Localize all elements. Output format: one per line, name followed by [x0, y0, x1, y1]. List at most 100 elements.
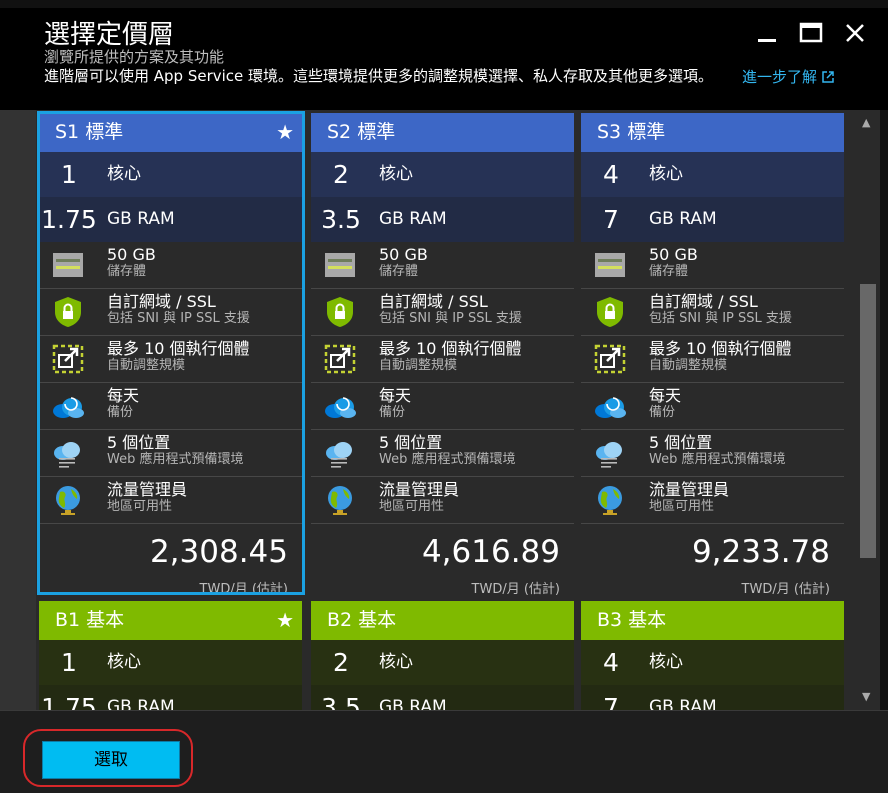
scale-out-icon [323, 343, 357, 375]
globe-icon [51, 484, 85, 516]
ram-value: 1.75 [41, 693, 97, 710]
pricing-tier-card[interactable]: S3 標準 4 核心 7 GB RAM 50 GB 儲存體 自訂網域 / SSL 包括 SNI … [581, 113, 844, 604]
tier-name: S3 標準 [597, 121, 666, 143]
feature-subtitle: Web 應用程式預備環境 [649, 452, 786, 467]
pricing-tier-card[interactable]: B3 基本 4 核心 7 GB RAM [581, 601, 844, 710]
price-block: 9,233.78 TWD/月 (估計) [581, 524, 844, 604]
feature-title: 最多 10 個執行個體 [107, 339, 250, 358]
feature-row: 流量管理員 地區可用性 [581, 477, 844, 524]
feature-title: 50 GB [649, 245, 698, 264]
ram-label: GB RAM [649, 209, 717, 229]
learn-more-label: 進一步了解 [742, 68, 818, 86]
feature-title: 50 GB [379, 245, 428, 264]
tier-name: B1 基本 [55, 609, 125, 631]
cores-value: 4 [603, 160, 619, 189]
cores-label: 核心 [107, 164, 141, 184]
feature-subtitle: 自動調整規模 [649, 358, 728, 373]
price-block: 2,308.45 TWD/月 (估計) [39, 524, 302, 604]
feature-row: 流量管理員 地區可用性 [311, 477, 574, 524]
cores-row: 1 核心 [39, 152, 302, 197]
page-subtitle: 瀏覽所提供的方案及其功能 [44, 48, 225, 66]
cores-row: 2 核心 [311, 640, 574, 685]
staging-cloud-icon [323, 437, 357, 469]
learn-more-link[interactable]: 進一步了解 [742, 66, 834, 87]
feature-subtitle: 地區可用性 [379, 499, 445, 514]
feature-subtitle: 儲存體 [107, 264, 147, 279]
shield-lock-icon [593, 296, 627, 328]
feature-row: 每天 備份 [39, 383, 302, 430]
cores-row: 4 核心 [581, 152, 844, 197]
feature-row: 5 個位置 Web 應用程式預備環境 [581, 430, 844, 477]
feature-subtitle: 備份 [379, 405, 406, 420]
feature-title: 自訂網域 / SSL [649, 292, 758, 311]
vertical-scrollbar[interactable]: ▲ ▼ [856, 110, 880, 710]
maximize-button[interactable] [796, 18, 826, 48]
tier-name: B3 基本 [597, 609, 667, 631]
ram-label: GB RAM [379, 697, 447, 710]
cores-row: 1 核心 [39, 640, 302, 685]
close-button[interactable] [840, 18, 870, 48]
pricing-tier-card[interactable]: S1 標準 ★ 1 核心 1.75 GB RAM 50 GB 儲存體 自訂網域 / SSL 包括 … [39, 113, 302, 604]
recommended-star-icon: ★ [276, 608, 294, 632]
tier-header: B3 基本 [581, 601, 844, 640]
tier-header: S1 標準 ★ [39, 113, 302, 152]
ram-row: 3.5 GB RAM [311, 685, 574, 710]
ram-row: 7 GB RAM [581, 685, 844, 710]
shield-lock-icon [323, 296, 357, 328]
feature-title: 5 個位置 [379, 433, 443, 452]
close-icon [846, 24, 864, 42]
tier-name: S2 標準 [327, 121, 396, 143]
ram-value: 1.75 [41, 205, 97, 234]
recommended-star-icon: ★ [276, 120, 294, 144]
pricing-tier-card[interactable]: B1 基本 ★ 1 核心 1.75 GB RAM [39, 601, 302, 710]
ram-label: GB RAM [107, 697, 175, 710]
feature-row: 自訂網域 / SSL 包括 SNI 與 IP SSL 支援 [39, 289, 302, 336]
ram-label: GB RAM [649, 697, 717, 710]
select-button[interactable]: 選取 [42, 741, 180, 779]
price-amount: 9,233.78 [691, 534, 830, 570]
pricing-tier-card[interactable]: S2 標準 2 核心 3.5 GB RAM 50 GB 儲存體 自訂網域 / SSL 包括 SN… [311, 113, 574, 604]
globe-icon [593, 484, 627, 516]
blade-header: 選擇定價層 瀏覽所提供的方案及其功能 進階層可以使用 App Service 環… [0, 8, 888, 110]
feature-subtitle: 儲存體 [649, 264, 689, 279]
price-unit: TWD/月 (估計) [471, 582, 560, 597]
scroll-up-icon[interactable]: ▲ [862, 116, 870, 129]
feature-title: 自訂網域 / SSL [107, 292, 216, 311]
feature-subtitle: 包括 SNI 與 IP SSL 支援 [379, 311, 522, 326]
feature-title: 自訂網域 / SSL [379, 292, 488, 311]
feature-subtitle: 備份 [107, 405, 134, 420]
feature-title: 流量管理員 [379, 480, 460, 499]
feature-subtitle: Web 應用程式預備環境 [379, 452, 516, 467]
feature-subtitle: 自動調整規模 [379, 358, 458, 373]
feature-subtitle: Web 應用程式預備環境 [107, 452, 244, 467]
feature-row: 50 GB 儲存體 [39, 242, 302, 289]
feature-title: 5 個位置 [649, 433, 713, 452]
globe-icon [323, 484, 357, 516]
pricing-tier-card[interactable]: B2 基本 2 核心 3.5 GB RAM [311, 601, 574, 710]
tier-header: S2 標準 [311, 113, 574, 152]
backup-cloud-icon [51, 390, 85, 422]
minimize-button[interactable] [752, 18, 782, 48]
feature-subtitle: 包括 SNI 與 IP SSL 支援 [649, 311, 792, 326]
left-pane [0, 110, 36, 710]
feature-subtitle: 備份 [649, 405, 676, 420]
cores-value: 2 [333, 648, 349, 677]
feature-title: 每天 [379, 386, 412, 405]
price-amount: 2,308.45 [149, 534, 288, 570]
storage-icon [51, 249, 85, 281]
feature-row: 最多 10 個執行個體 自動調整規模 [39, 336, 302, 383]
scale-out-icon [593, 343, 627, 375]
external-link-icon [822, 71, 834, 83]
feature-subtitle: 自動調整規模 [107, 358, 186, 373]
cores-row: 2 核心 [311, 152, 574, 197]
feature-row: 自訂網域 / SSL 包括 SNI 與 IP SSL 支援 [311, 289, 574, 336]
footer: 選取 [0, 710, 888, 793]
feature-row: 最多 10 個執行個體 自動調整規模 [581, 336, 844, 383]
description: 進階層可以使用 App Service 環境。這些環境提供更多的調整規模選擇、私… [44, 67, 714, 85]
scale-out-icon [51, 343, 85, 375]
scroll-thumb[interactable] [860, 284, 876, 558]
tier-name: B2 基本 [327, 609, 397, 631]
tier-name: S1 標準 [55, 121, 124, 143]
feature-title: 每天 [649, 386, 682, 405]
scroll-down-icon[interactable]: ▼ [862, 690, 870, 703]
